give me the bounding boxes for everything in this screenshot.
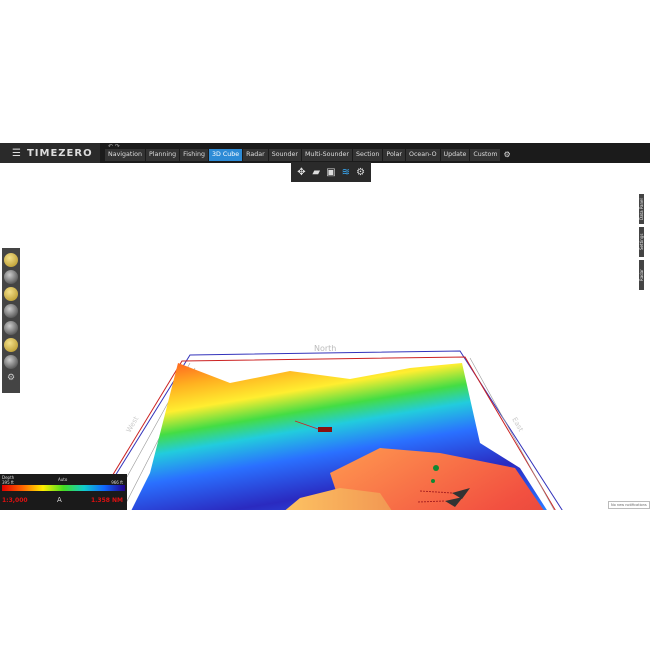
cube-toolbar: ✥ ▰ ▣ ≋ ⚙ <box>291 162 371 182</box>
tab-fishing[interactable]: Fishing <box>180 149 209 161</box>
ship-icon[interactable] <box>4 320 18 335</box>
right-tab[interactable]: Settings <box>639 227 644 257</box>
hamburger-icon[interactable]: ☰ <box>12 148 22 159</box>
tab-radar[interactable]: Radar <box>243 149 268 161</box>
move-icon[interactable] <box>4 337 18 352</box>
tab-update[interactable]: Update <box>440 149 470 161</box>
north-arrow-icon[interactable]: A <box>57 496 62 504</box>
waypoint-mark[interactable] <box>433 465 439 471</box>
logo-text: TIMEZERO <box>26 147 93 159</box>
sounder-3d-icon[interactable]: ≋ <box>339 166 352 179</box>
route-icon[interactable] <box>4 269 18 284</box>
right-panel-tabs: Data Panel Settings Radar <box>639 194 647 293</box>
mark-icon[interactable] <box>4 286 18 301</box>
tab-custom[interactable]: Custom <box>470 149 501 161</box>
range-distance: 1.358 NM <box>90 497 123 504</box>
pencil-icon[interactable] <box>4 252 18 267</box>
hand-icon[interactable] <box>4 354 18 369</box>
settings-gear-icon[interactable]: ⚙ <box>501 149 512 161</box>
settings-icon[interactable]: ⚙ <box>354 166 367 179</box>
tab-planning[interactable]: Planning <box>145 149 180 161</box>
layers-icon[interactable]: ▰ <box>310 166 323 179</box>
3d-bathymetry-view[interactable]: North West East 500 550 600 <box>0 183 650 510</box>
tab-navigation[interactable]: Navigation <box>105 149 145 161</box>
tab-multi-sounder[interactable]: Multi-Sounder <box>302 149 352 161</box>
north-label: North <box>314 344 336 353</box>
legend-mode[interactable]: Auto <box>58 477 67 482</box>
tab-section[interactable]: Section <box>352 149 383 161</box>
gears-icon[interactable]: ⚙ <box>7 373 15 383</box>
picture-icon[interactable]: ▣ <box>324 166 337 179</box>
tab-polar[interactable]: Polar <box>383 149 405 161</box>
chart-scale: 1:3,000 <box>2 497 28 504</box>
depth-color-bar <box>2 485 125 491</box>
tab-ocean-o[interactable]: Ocean-O <box>406 149 440 161</box>
left-toolbar: ⚙ <box>2 248 20 393</box>
notification-bar[interactable]: No new notifications <box>608 501 650 509</box>
camera-icon[interactable] <box>4 303 18 318</box>
app-logo[interactable]: ☰ TIMEZERO <box>0 143 100 163</box>
right-tab[interactable]: Data Panel <box>639 194 644 224</box>
tab-sounder[interactable]: Sounder <box>268 149 301 161</box>
west-label: West <box>125 415 141 434</box>
depth-legend: Depth Auto 395 ft 966 ft 1:3,000 A 1.358… <box>0 474 127 510</box>
compass-rose-icon[interactable]: ✥ <box>295 166 308 179</box>
workspace-tabs: Navigation Planning Fishing 3D Cube Radar Sou… <box>105 149 513 161</box>
right-tab[interactable]: Radar <box>639 260 644 290</box>
top-bar: ☰ TIMEZERO ↶ ↷ Navigation Planning Fishing 3… <box>0 143 650 163</box>
timezero-app: ☰ TIMEZERO ↶ ↷ Navigation Planning Fishing 3… <box>0 143 650 510</box>
east-label: East <box>510 416 525 433</box>
waypoint-mark[interactable] <box>431 479 435 483</box>
tab-3d-cube[interactable]: 3D Cube <box>209 149 243 161</box>
